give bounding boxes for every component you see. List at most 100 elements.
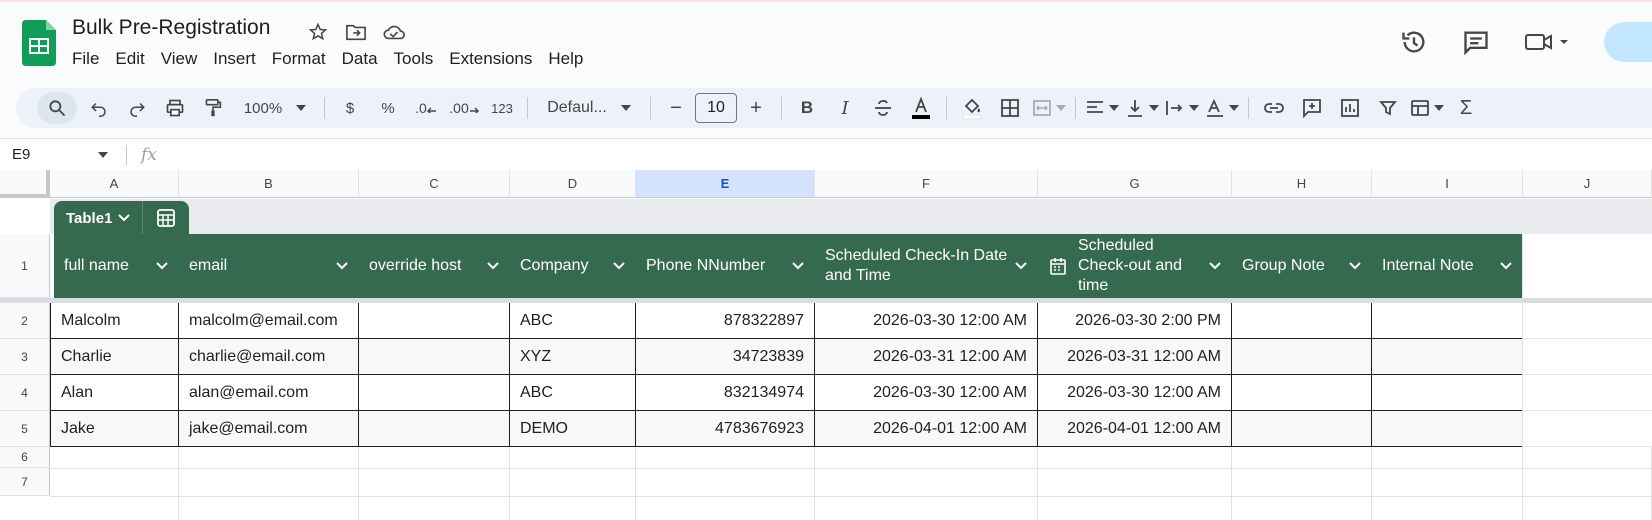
table-cell[interactable]: 2026-03-30 2:00 PM — [1038, 303, 1232, 339]
table-cell[interactable]: DEMO — [510, 411, 636, 447]
zoom-select[interactable]: 100% — [235, 92, 315, 124]
menu-data[interactable]: Data — [334, 48, 386, 70]
vertical-align-icon[interactable] — [1125, 92, 1159, 124]
table-name[interactable]: Table1 — [54, 201, 144, 235]
menu-insert[interactable]: Insert — [205, 48, 264, 70]
star-icon[interactable] — [306, 20, 330, 44]
table-cell[interactable]: alan@email.com — [179, 375, 359, 411]
text-rotation-icon[interactable] — [1205, 92, 1239, 124]
text-wrapping-icon[interactable] — [1165, 92, 1199, 124]
table-cell[interactable]: 2026-04-01 12:00 AM — [1038, 411, 1232, 447]
column-header-g[interactable]: G — [1038, 170, 1232, 198]
table-cell[interactable]: 832134974 — [636, 375, 815, 411]
table-cell[interactable]: 2026-03-30 12:00 AM — [815, 303, 1038, 339]
percent-format-button[interactable]: % — [372, 92, 404, 124]
cloud-status-icon[interactable] — [382, 20, 406, 44]
table-header-cell[interactable]: Scheduled Check-out and time — [1038, 234, 1232, 298]
table-cell[interactable]: jake@email.com — [179, 411, 359, 447]
document-title[interactable]: Bulk Pre-Registration — [72, 16, 270, 40]
name-box[interactable]: E9 — [0, 146, 116, 163]
table-cell[interactable] — [1232, 339, 1372, 375]
table-cell[interactable]: 2026-03-30 12:00 AM — [815, 375, 1038, 411]
column-header-a[interactable]: A — [50, 170, 179, 198]
decrease-font-size-button[interactable]: − — [660, 92, 692, 124]
meet-video-icon[interactable] — [1524, 28, 1570, 56]
row-header-7[interactable]: 7 — [0, 468, 50, 496]
menu-file[interactable]: File — [72, 48, 107, 70]
table-cell[interactable]: charlie@email.com — [179, 339, 359, 375]
column-header-h[interactable]: H — [1232, 170, 1372, 198]
table-header-cell[interactable]: email — [179, 234, 359, 298]
filter-icon[interactable] — [1372, 92, 1404, 124]
row-header-3[interactable]: 3 — [0, 339, 50, 375]
borders-icon[interactable] — [994, 92, 1026, 124]
table-cell[interactable] — [1232, 375, 1372, 411]
table-cell[interactable]: 2026-03-30 12:00 AM — [1038, 375, 1232, 411]
column-header-c[interactable]: C — [359, 170, 510, 198]
table-view-icon[interactable] — [1410, 92, 1444, 124]
chevron-down-icon[interactable] — [1014, 258, 1028, 272]
functions-icon[interactable]: Σ — [1450, 92, 1482, 124]
strikethrough-icon[interactable] — [867, 92, 899, 124]
text-color-icon[interactable] — [905, 92, 937, 124]
table-name-tab[interactable]: Table1 — [54, 201, 190, 235]
table-cell[interactable]: XYZ — [510, 339, 636, 375]
increase-font-size-button[interactable]: + — [740, 92, 772, 124]
fill-color-icon[interactable] — [956, 92, 988, 124]
menu-format[interactable]: Format — [264, 48, 334, 70]
table-cell[interactable]: malcolm@email.com — [179, 303, 359, 339]
column-header-i[interactable]: I — [1372, 170, 1523, 198]
search-menus-icon[interactable] — [37, 92, 77, 124]
decrease-decimal-button[interactable]: .0 — [410, 92, 442, 124]
formula-input[interactable] — [157, 140, 1652, 170]
column-header-f[interactable]: F — [815, 170, 1038, 198]
row-header-2[interactable]: 2 — [0, 303, 50, 339]
table-cell[interactable]: Jake — [50, 411, 179, 447]
column-header-e[interactable]: E — [636, 170, 815, 198]
share-button[interactable] — [1604, 22, 1652, 62]
table-cell[interactable] — [1232, 411, 1372, 447]
italic-button[interactable]: I — [829, 92, 861, 124]
table-header-cell[interactable]: full name — [54, 234, 179, 298]
table-cell[interactable]: 4783676923 — [636, 411, 815, 447]
row-header-4[interactable]: 4 — [0, 375, 50, 411]
row-header-6[interactable]: 6 — [0, 447, 50, 468]
table-header-cell[interactable]: Scheduled Check-In Date and Time — [815, 234, 1038, 298]
table-cell[interactable] — [359, 411, 510, 447]
merge-cells-icon[interactable] — [1032, 92, 1066, 124]
more-formats-button[interactable]: 123 — [486, 92, 518, 124]
chevron-down-icon[interactable] — [1348, 258, 1362, 272]
chevron-down-icon[interactable] — [335, 258, 349, 272]
table-cell[interactable] — [359, 339, 510, 375]
font-select[interactable]: Defaul... — [537, 92, 641, 124]
table-header-cell[interactable]: Phone NNumber — [636, 234, 815, 298]
table-calculator-icon[interactable] — [143, 208, 189, 228]
table-cell[interactable] — [359, 303, 510, 339]
insert-chart-icon[interactable] — [1334, 92, 1366, 124]
menu-help[interactable]: Help — [540, 48, 591, 70]
table-cell[interactable]: ABC — [510, 375, 636, 411]
insert-comment-icon[interactable] — [1296, 92, 1328, 124]
version-history-icon[interactable] — [1400, 28, 1428, 56]
table-header-cell[interactable]: Company — [510, 234, 636, 298]
sheets-logo-icon[interactable] — [22, 20, 56, 66]
comments-icon[interactable] — [1462, 28, 1490, 56]
print-icon[interactable] — [159, 92, 191, 124]
table-cell[interactable] — [1372, 303, 1523, 339]
row-header-1[interactable]: 1 — [0, 234, 50, 298]
chevron-down-icon[interactable] — [791, 258, 805, 272]
table-cell[interactable] — [1232, 303, 1372, 339]
row-header-5[interactable]: 5 — [0, 411, 50, 447]
table-cell[interactable]: ABC — [510, 303, 636, 339]
table-cell[interactable]: Charlie — [50, 339, 179, 375]
menu-view[interactable]: View — [153, 48, 206, 70]
menu-tools[interactable]: Tools — [386, 48, 442, 70]
bold-button[interactable]: B — [791, 92, 823, 124]
currency-format-button[interactable]: $ — [334, 92, 366, 124]
table-cell[interactable] — [1372, 411, 1523, 447]
table-cell[interactable] — [1372, 375, 1523, 411]
column-header-j[interactable]: J — [1523, 170, 1652, 198]
table-cell[interactable]: 2026-03-31 12:00 AM — [1038, 339, 1232, 375]
table-cell[interactable]: 2026-04-01 12:00 AM — [815, 411, 1038, 447]
table-cell[interactable] — [1372, 339, 1523, 375]
